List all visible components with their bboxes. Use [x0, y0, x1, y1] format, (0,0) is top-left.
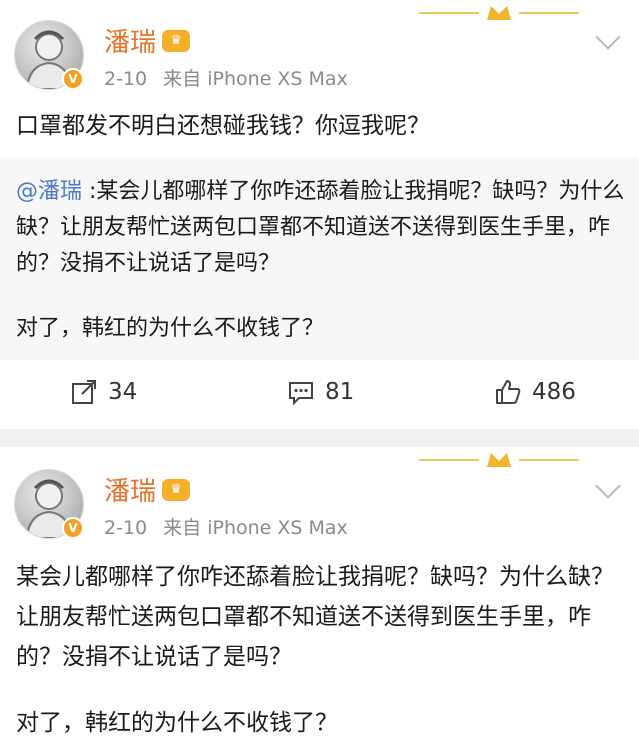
post-text: 口罩都发不明白还想碰我钱？你逗我呢？ [16, 113, 430, 139]
post-text-para2: 对了，韩红的为什么不收钱了？ [16, 710, 338, 736]
like-count: 486 [532, 379, 576, 405]
verified-badge: V [62, 517, 84, 539]
member-crown-icon: ♛ [162, 29, 191, 52]
author-name[interactable]: 潘瑞 ♛ [104, 22, 191, 59]
repost-icon [72, 380, 96, 404]
post-source: 来自 iPhone XS Max [163, 68, 348, 90]
action-bar: 34 81 486 [0, 360, 639, 429]
quoted-post[interactable]: @潘瑞 :某会儿都哪样了你咋还舔着脸让我捐呢？缺吗？为什么缺？让朋友帮忙送两包口… [0, 158, 639, 360]
like-button[interactable]: 486 [494, 378, 576, 406]
post-meta: 2-10 来自 iPhone XS Max [104, 513, 358, 540]
verified-badge: V [62, 68, 84, 90]
quoted-post-text: @潘瑞 :某会儿都哪样了你咋还舔着脸让我捐呢？缺吗？为什么缺？让朋友帮忙送两包口… [16, 174, 627, 282]
mention-link[interactable]: @潘瑞 [16, 179, 82, 204]
author-name-text: 潘瑞 [104, 477, 157, 507]
quoted-body: :某会儿都哪样了你咋还舔着脸让我捐呢？缺吗？为什么缺？让朋友帮忙送两包口罩都不知… [16, 179, 625, 276]
comment-icon [289, 382, 313, 406]
post-date: 2-10 [104, 68, 148, 90]
thumbs-up-icon [496, 380, 521, 404]
comment-button[interactable]: 81 [287, 378, 354, 406]
comment-count: 81 [325, 379, 355, 405]
author-name-text: 潘瑞 [104, 28, 157, 58]
author-name[interactable]: 潘瑞 ♛ [104, 471, 191, 508]
crown-decoration-icon [419, 6, 579, 20]
quoted-post-para2: 对了，韩红的为什么不收钱了？ [16, 316, 325, 341]
member-crown-icon: ♛ [162, 478, 191, 501]
post-source: 来自 iPhone XS Max [163, 517, 348, 539]
repost-count: 34 [108, 379, 138, 405]
crown-decoration-icon [419, 453, 579, 467]
weibo-post-2: V 潘瑞 ♛ 2-10 来自 iPhone XS Max 某会儿都哪样了你咋还舔… [0, 447, 639, 742]
chevron-down-icon[interactable] [595, 24, 621, 50]
chevron-down-icon[interactable] [595, 473, 621, 499]
post-date: 2-10 [104, 517, 148, 539]
repost-button[interactable]: 34 [70, 378, 137, 406]
post-divider [0, 429, 639, 447]
post-text: 某会儿都哪样了你咋还舔着脸让我捐呢？缺吗？为什么缺？让朋友帮忙送两包口罩都不知道… [16, 564, 614, 670]
weibo-post-1: V 潘瑞 ♛ 2-10 来自 iPhone XS Max 口罩都发不明白还想碰我… [0, 0, 639, 429]
post-meta: 2-10 来自 iPhone XS Max [104, 64, 358, 91]
